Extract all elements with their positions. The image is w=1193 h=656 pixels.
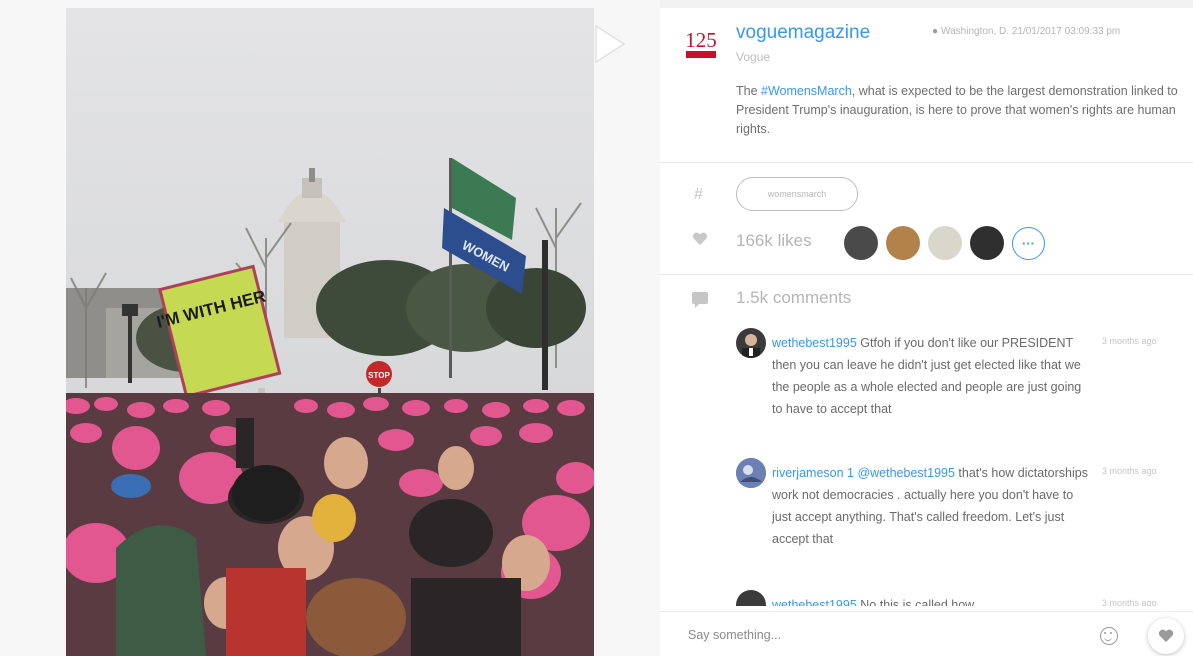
heart-icon: [692, 232, 708, 245]
stop-sign-text: STOP: [368, 371, 390, 380]
arrow-right-icon: [595, 24, 626, 64]
comment-item: wethebest1995 No this is called how... 3…: [736, 590, 1186, 606]
comment-bubble-icon: [692, 292, 708, 308]
comment-input-bar: [660, 612, 1193, 656]
like-button[interactable]: [1148, 618, 1184, 654]
post-location[interactable]: ● Washington, D. 21/01/2017 03:09:33 pm: [932, 26, 1192, 37]
post-full-name: Vogue: [736, 50, 771, 64]
comment-input[interactable]: [688, 624, 1068, 646]
comment-time: 3 months ago: [1102, 336, 1157, 346]
user-avatar-icon: [742, 334, 760, 358]
comment-avatar[interactable]: [736, 458, 766, 488]
next-post-arrow[interactable]: [592, 24, 626, 64]
post-header: 125 voguemagazine Vogue ● Washington, D. …: [660, 8, 1193, 168]
comment-text: No this is called how...: [856, 598, 984, 606]
heart-icon: [1158, 629, 1174, 642]
location-pin-icon: ●: [932, 26, 939, 37]
comment-author[interactable]: wethebest1995: [772, 598, 857, 606]
comment-body: wethebest1995 No this is called how...: [772, 594, 1092, 606]
womens-march-photo: WOMEN STOP I'M WITH HER: [66, 8, 594, 656]
post-location-text: Washington, D. 21/01/2017 03:09:33 pm: [941, 26, 1121, 37]
comment-avatar[interactable]: [736, 328, 766, 358]
media-pane: WOMEN STOP I'M WITH HER: [0, 0, 660, 656]
vogue-logo[interactable]: 125: [684, 26, 718, 60]
vogue-125-logo: 125: [685, 28, 717, 58]
comment-time: 3 months ago: [1102, 598, 1157, 606]
tags-row: # womensmarch: [660, 174, 1193, 218]
tag-pill[interactable]: womensmarch: [736, 177, 858, 211]
comment-mention[interactable]: @wethebest1995: [854, 466, 954, 480]
comments-header: 1.5k comments: [660, 286, 1193, 314]
caption-prefix: The: [736, 84, 762, 98]
comment-time: 3 months ago: [1102, 466, 1157, 476]
svg-text:125: 125: [685, 28, 717, 52]
user-avatar-icon: [736, 458, 766, 488]
comment-item: wethebest1995 Gtfoh if you don't like ou…: [736, 328, 1186, 448]
post-username[interactable]: voguemagazine: [736, 22, 870, 44]
comment-avatar[interactable]: [736, 590, 766, 606]
post-details-panel: 125 voguemagazine Vogue ● Washington, D. …: [660, 8, 1193, 656]
comment-author[interactable]: riverjameson 1: [772, 466, 854, 480]
comment-body: riverjameson 1 @wethebest1995 that's how…: [772, 462, 1092, 550]
post-caption: The #WomensMarch, what is expected to be…: [736, 82, 1184, 139]
comments-count[interactable]: 1.5k comments: [736, 288, 851, 308]
emoji-icon[interactable]: [1100, 627, 1118, 645]
liker-avatar[interactable]: [844, 226, 878, 260]
caption-hashtag[interactable]: #WomensMarch: [761, 84, 852, 98]
liker-avatar[interactable]: [970, 226, 1004, 260]
divider: [660, 162, 1193, 163]
post-photo[interactable]: WOMEN STOP I'M WITH HER: [66, 8, 594, 656]
likes-count[interactable]: 166k likes: [736, 231, 812, 251]
hashtag-icon: #: [694, 186, 703, 203]
liker-avatar[interactable]: [928, 226, 962, 260]
divider: [660, 274, 1193, 275]
comment-item: riverjameson 1 @wethebest1995 that's how…: [736, 458, 1186, 578]
liker-avatar[interactable]: [886, 226, 920, 260]
comment-author[interactable]: wethebest1995: [772, 336, 857, 350]
likes-row: 166k likes ···: [660, 220, 1193, 264]
more-likers-button[interactable]: ···: [1012, 227, 1045, 260]
comment-body: wethebest1995 Gtfoh if you don't like ou…: [772, 332, 1092, 420]
